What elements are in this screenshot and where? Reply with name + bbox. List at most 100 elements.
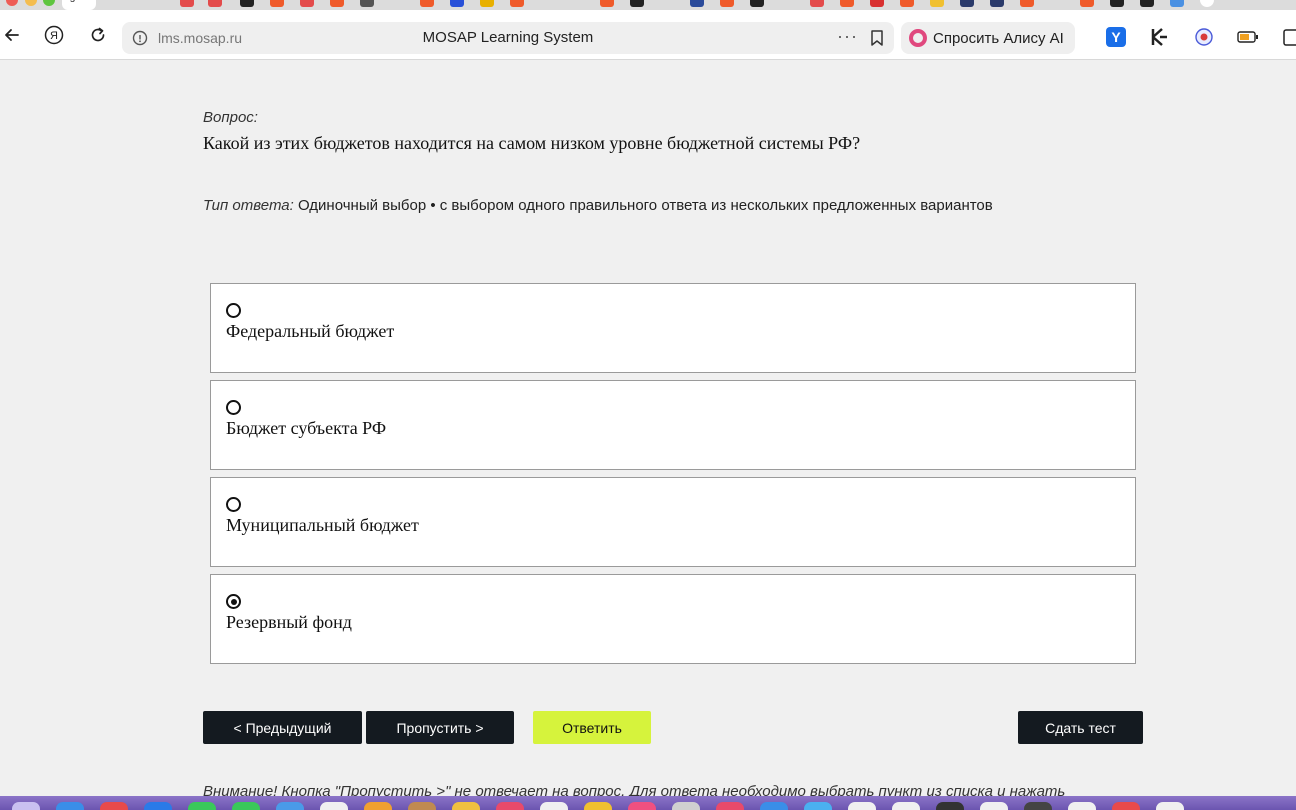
dock-app-icon[interactable]: [276, 802, 304, 810]
skip-button[interactable]: Пропустить >: [366, 711, 514, 744]
dock-app-icon[interactable]: [364, 802, 392, 810]
dock-app-icon[interactable]: [584, 802, 612, 810]
question-caption: Вопрос:: [203, 109, 258, 126]
url-host: lms.mosap.ru: [158, 30, 243, 46]
dock-app-icon[interactable]: [540, 802, 568, 810]
previous-button[interactable]: < Предыдущий: [203, 711, 362, 744]
extension-button[interactable]: [1237, 26, 1259, 48]
dock-app-icon[interactable]: [188, 802, 216, 810]
tab-icon[interactable]: [600, 0, 614, 7]
dock-app-icon[interactable]: [672, 802, 700, 810]
reload-button[interactable]: [86, 23, 110, 47]
dock-app-icon[interactable]: [892, 802, 920, 810]
tab-icon[interactable]: [840, 0, 854, 7]
dock-app-icon[interactable]: [144, 802, 172, 810]
tab-icon[interactable]: [870, 0, 884, 7]
close-window-button[interactable]: [6, 0, 18, 6]
tab-icon[interactable]: [450, 0, 464, 7]
tab-icon[interactable]: [480, 0, 494, 7]
dock-app-icon[interactable]: [56, 802, 84, 810]
tab-icon[interactable]: [240, 0, 254, 7]
answer-option[interactable]: Муниципальный бюджет: [210, 477, 1136, 567]
dock-app-icon[interactable]: [496, 802, 524, 810]
answer-option[interactable]: Бюджет субъекта РФ: [210, 380, 1136, 470]
tab-icon[interactable]: [1140, 0, 1154, 7]
tab-icon[interactable]: [1020, 0, 1034, 7]
option-label: Резервный фонд: [226, 612, 352, 632]
extension-button[interactable]: [1193, 26, 1215, 48]
answer-button[interactable]: Ответить: [533, 711, 651, 744]
yandex-translate-icon: Y: [1106, 27, 1126, 47]
extension-button[interactable]: [1149, 26, 1171, 48]
dock-app-icon[interactable]: [848, 802, 876, 810]
radio-button[interactable]: [226, 400, 241, 415]
tab-icon[interactable]: [330, 0, 344, 7]
kinopoisk-icon: [1151, 28, 1167, 46]
radio-button[interactable]: [226, 497, 241, 512]
question-text: Какой из этих бюджетов находится на само…: [203, 133, 861, 153]
tab-icon[interactable]: [270, 0, 284, 7]
answer-option[interactable]: Федеральный бюджет: [210, 283, 1136, 373]
dock-app-icon[interactable]: [1024, 802, 1052, 810]
new-tab-button[interactable]: [1200, 0, 1214, 7]
back-button[interactable]: [0, 23, 24, 47]
tab-icon[interactable]: [180, 0, 194, 7]
dock-app-icon[interactable]: [1112, 802, 1140, 810]
tab-icon[interactable]: [1110, 0, 1124, 7]
tab-icon[interactable]: [420, 0, 434, 7]
radio-button[interactable]: [226, 303, 241, 318]
dock-app-icon[interactable]: [320, 802, 348, 810]
site-info-icon[interactable]: [132, 30, 148, 46]
answer-option[interactable]: Резервный фонд: [210, 574, 1136, 664]
dock-app-icon[interactable]: [716, 802, 744, 810]
dock-app-icon[interactable]: [760, 802, 788, 810]
tab-icon[interactable]: [1170, 0, 1184, 7]
address-bar[interactable]: lms.mosap.ru MOSAP Learning System ···: [122, 22, 894, 54]
option-label: Бюджет субъекта РФ: [226, 418, 387, 438]
tab-icon[interactable]: [990, 0, 1004, 7]
minimize-window-button[interactable]: [25, 0, 37, 6]
maximize-window-button[interactable]: [43, 0, 55, 6]
tab-icon[interactable]: [720, 0, 734, 7]
dock-app-icon[interactable]: [1068, 802, 1096, 810]
alice-icon: [909, 29, 927, 47]
yandex-home-button[interactable]: Я: [42, 23, 66, 47]
tab-icon[interactable]: [1080, 0, 1094, 7]
option-label: Муниципальный бюджет: [226, 515, 419, 535]
extension-button[interactable]: [1280, 26, 1296, 48]
reload-icon: [91, 27, 105, 42]
svg-text:Я: Я: [50, 30, 58, 42]
more-options-button[interactable]: ···: [837, 26, 858, 47]
tab-icon[interactable]: [208, 0, 222, 7]
tab-icon[interactable]: [960, 0, 974, 7]
dock-app-icon[interactable]: [804, 802, 832, 810]
browser-toolbar: Я lms.mosap.ru MOSAP Learning System ···…: [0, 10, 1296, 60]
dock-app-icon[interactable]: [12, 802, 40, 810]
dock-app-icon[interactable]: [936, 802, 964, 810]
tab-icon[interactable]: [750, 0, 764, 7]
dock-app-icon[interactable]: [980, 802, 1008, 810]
radio-button[interactable]: [226, 594, 241, 609]
dock-app-icon[interactable]: [408, 802, 436, 810]
active-tab[interactable]: з: [62, 0, 96, 10]
tab-icon[interactable]: [690, 0, 704, 7]
dock-app-icon[interactable]: [452, 802, 480, 810]
tab-icon[interactable]: [810, 0, 824, 7]
dock-app-icon[interactable]: [1156, 802, 1184, 810]
tab-icon[interactable]: [900, 0, 914, 7]
submit-test-button[interactable]: Сдать тест: [1018, 711, 1143, 744]
dock-app-icon[interactable]: [100, 802, 128, 810]
tab-icon[interactable]: [930, 0, 944, 7]
dock-app-icon[interactable]: [628, 802, 656, 810]
bookmark-icon[interactable]: [870, 29, 884, 47]
dock-app-icon[interactable]: [232, 802, 260, 810]
extension-button[interactable]: Y: [1105, 26, 1127, 48]
clipboard-icon: [1283, 29, 1296, 46]
ask-alice-button[interactable]: Спросить Алису AI: [901, 22, 1075, 54]
yandex-logo-icon: Я: [44, 25, 64, 45]
tab-icon[interactable]: [300, 0, 314, 7]
dock: [0, 796, 1296, 810]
tab-icon[interactable]: [360, 0, 374, 7]
tab-icon[interactable]: [510, 0, 524, 7]
tab-icon[interactable]: [630, 0, 644, 7]
